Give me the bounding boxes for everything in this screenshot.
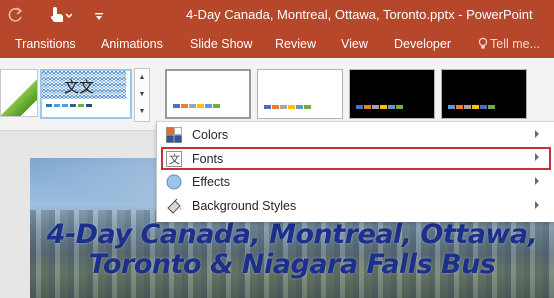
chevron-up-icon[interactable]: ▲ [135,69,149,86]
variant-thumbnail-1[interactable] [165,69,251,119]
window-title: 4-Day Canada, Montreal, Ottawa, Toronto.… [186,7,533,22]
redo-icon[interactable] [8,6,24,26]
gallery-scroll-buttons[interactable]: ▲ ▼ ▼ [134,68,150,122]
slide-title-line-1: 4-Day Canada, Montreal, Ottawa, [46,219,538,250]
svg-text:文文: 文文 [64,78,94,96]
color-swatch [189,104,196,108]
variant-thumbnail-3[interactable] [349,69,435,119]
touch-mouse-mode-icon[interactable] [46,6,73,26]
tell-me-box[interactable]: Tell me... [478,37,540,53]
color-swatch [205,104,212,108]
menu-item-background-styles[interactable]: Background Styles [161,195,551,218]
color-swatch [264,105,271,109]
color-swatch [296,105,303,109]
colors-icon [166,127,182,143]
submenu-arrow-icon [535,153,539,161]
color-swatch [356,105,363,109]
variants-gallery [156,60,554,125]
menu-item-fonts[interactable]: 文 Fonts [161,147,551,170]
submenu-arrow-icon [535,201,539,209]
theme-thumbnail-green[interactable] [0,69,38,117]
color-swatch [488,105,495,109]
color-swatch [480,105,487,109]
submenu-arrow-icon [535,130,539,138]
submenu-arrow-icon [535,177,539,185]
tab-slide-show[interactable]: Slide Show [190,37,253,51]
color-swatch [364,105,371,109]
variants-dropdown-menu: Colors 文 Fonts Effects Background Styles [156,121,554,222]
color-swatch [181,104,188,108]
effects-icon [166,174,182,190]
color-swatch [197,104,204,108]
menu-item-colors[interactable]: Colors [161,124,551,147]
menu-item-label: Background Styles [192,199,297,213]
variant-thumbnail-2[interactable] [257,69,343,119]
color-swatch [456,105,463,109]
color-swatch [213,104,220,108]
color-swatch [173,104,180,108]
menu-item-effects[interactable]: Effects [161,171,551,194]
more-icon[interactable]: ▼ [135,103,149,120]
tab-animations[interactable]: Animations [101,37,163,51]
tell-me-label: Tell me... [490,37,541,51]
lightbulb-icon [478,37,488,53]
ribbon-tabs: Transitions Animations Slide Show Review… [0,32,554,58]
slide-title-line-2: Toronto & Niagara Falls Bus [88,249,496,280]
tab-transitions[interactable]: Transitions [15,37,76,51]
tab-review[interactable]: Review [275,37,316,51]
background-styles-icon [166,198,182,214]
color-swatch [288,105,295,109]
menu-item-label: Colors [192,128,229,142]
fonts-icon: 文 [166,151,182,167]
color-swatch [448,105,455,109]
menu-item-label: Fonts [192,152,224,166]
color-swatch [396,105,403,109]
svg-text:文: 文 [169,152,180,166]
chevron-down-icon[interactable]: ▼ [135,86,149,103]
tab-view[interactable]: View [341,37,368,51]
variant-thumbnail-4[interactable] [441,69,527,119]
menu-item-label: Effects [192,175,230,189]
color-swatch [280,105,287,109]
color-swatch [380,105,387,109]
color-swatch [372,105,379,109]
theme-thumbnail-pattern[interactable]: 文文 [40,69,132,119]
color-swatch [464,105,471,109]
color-swatch [472,105,479,109]
customize-qat-icon[interactable] [94,9,104,29]
color-swatch [272,105,279,109]
slide-title[interactable]: 4-Day Canada, Montreal, Ottawa, Toronto … [30,220,554,280]
color-swatch [388,105,395,109]
color-swatch [304,105,311,109]
title-bar: 4-Day Canada, Montreal, Ottawa, Toronto.… [0,0,554,32]
tab-developer[interactable]: Developer [394,37,451,51]
